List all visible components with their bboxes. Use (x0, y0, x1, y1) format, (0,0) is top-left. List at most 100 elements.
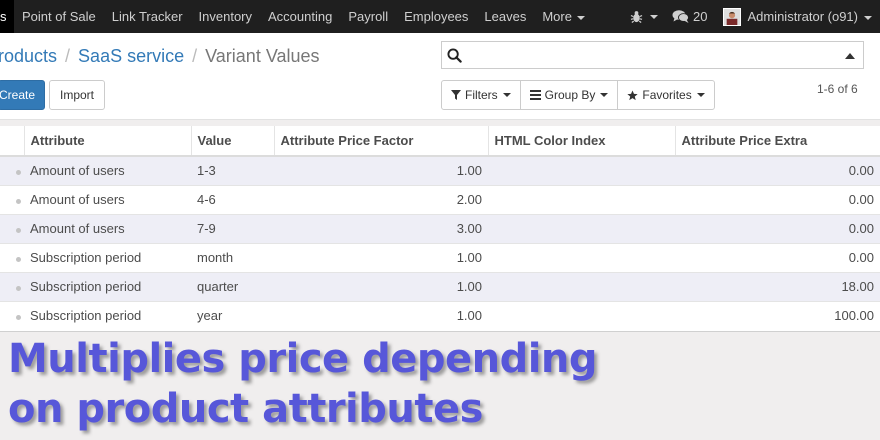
nav-item-label: Payroll (348, 9, 389, 24)
row-handle[interactable] (0, 155, 24, 185)
table-row[interactable]: Amount of users 4-6 2.00 0.00 (0, 184, 880, 214)
drag-handle-icon (15, 286, 21, 291)
user-photo (724, 8, 741, 25)
nav-item-label: Point of Sale (22, 9, 96, 24)
variant-values-table: Attribute Value Attribute Price Factor H… (0, 126, 880, 330)
nav-item-current-app[interactable]: s (0, 0, 14, 33)
page-title: Variant Values (205, 46, 320, 66)
chevron-down-icon (649, 14, 658, 19)
cell-attribute[interactable]: Amount of users (24, 184, 191, 214)
caption-line-2: on product attributes (8, 386, 483, 432)
table-row[interactable]: Amount of users 7-9 3.00 0.00 (0, 213, 880, 243)
debug-menu[interactable] (630, 10, 658, 23)
row-handle[interactable] (0, 184, 24, 214)
chevron-down-icon (696, 93, 705, 97)
search-bar[interactable] (441, 41, 864, 69)
cell-price-factor[interactable]: 1.00 (274, 271, 488, 301)
table-row[interactable]: Amount of users 1-3 1.00 0.00 (0, 155, 880, 185)
search-filter-buttons: Filters Group By Favorites (441, 80, 715, 110)
chevron-down-icon (576, 15, 585, 20)
nav-item-accounting[interactable]: Accounting (268, 0, 332, 33)
search-input[interactable] (468, 45, 838, 65)
user-menu[interactable]: Administrator (o91) (747, 9, 880, 24)
filters-label: Filters (465, 88, 498, 102)
cell-price-extra[interactable]: 18.00 (675, 271, 880, 301)
table-row[interactable]: Subscription period quarter 1.00 18.00 (0, 271, 880, 301)
main-menu: Point of Sale Link Tracker Inventory Accoun… (22, 0, 601, 33)
nav-item-leaves[interactable]: Leaves (484, 0, 526, 33)
cell-html-color-index[interactable] (488, 242, 675, 272)
control-panel: roducts / SaaS service / Variant Values Crea… (0, 33, 880, 120)
drag-handle-icon (15, 315, 21, 321)
cell-price-factor[interactable]: 1.00 (274, 300, 488, 330)
cell-html-color-index[interactable] (488, 300, 675, 330)
cell-price-extra[interactable]: 0.00 (675, 213, 880, 243)
column-header-html-color-index[interactable]: HTML Color Index (487, 126, 675, 157)
cell-attribute[interactable]: Subscription period (24, 242, 191, 272)
cell-html-color-index[interactable] (488, 155, 675, 185)
table-header-row: Attribute Value Attribute Price Factor H… (0, 126, 880, 157)
avatar[interactable] (723, 7, 742, 26)
nav-item-point-of-sale[interactable]: Point of Sale (22, 0, 96, 33)
cell-value[interactable]: year (191, 300, 274, 330)
user-name: Administrator (o91) (747, 9, 858, 24)
favorites-label: Favorites (642, 88, 692, 102)
cell-value[interactable]: 1-3 (191, 155, 274, 185)
cell-attribute[interactable]: Subscription period (24, 300, 191, 330)
cell-price-factor[interactable]: 2.00 (274, 184, 488, 214)
column-header-handle (0, 126, 24, 157)
cell-price-extra[interactable]: 0.00 (675, 242, 880, 272)
column-header-price-extra[interactable]: Attribute Price Extra (674, 126, 880, 157)
cell-price-extra[interactable]: 0.00 (675, 184, 880, 214)
nav-item-inventory[interactable]: Inventory (199, 0, 252, 33)
cell-attribute[interactable]: Subscription period (24, 271, 191, 301)
search-options-toggle-icon[interactable] (845, 53, 855, 59)
messages-button[interactable]: 20 (672, 9, 707, 24)
cell-html-color-index[interactable] (488, 184, 675, 214)
nav-item-employees[interactable]: Employees (404, 0, 468, 33)
row-handle[interactable] (0, 300, 24, 330)
cell-html-color-index[interactable] (488, 271, 675, 301)
table-row[interactable]: Subscription period month 1.00 0.00 (0, 242, 880, 272)
cell-value[interactable]: month (191, 242, 274, 272)
cell-html-color-index[interactable] (488, 213, 675, 243)
cell-value[interactable]: 4-6 (191, 184, 274, 214)
nav-item-link-tracker[interactable]: Link Tracker (112, 0, 183, 33)
cell-price-extra[interactable]: 100.00 (675, 300, 880, 330)
column-header-price-factor[interactable]: Attribute Price Factor (273, 126, 488, 157)
row-handle[interactable] (0, 271, 24, 301)
drag-handle-icon (15, 170, 21, 176)
table-row[interactable]: Subscription period year 1.00 100.00 (0, 300, 880, 330)
group-by-button[interactable]: Group By (521, 81, 619, 109)
breadcrumb-item-saas-service[interactable]: SaaS service (78, 46, 184, 66)
column-header-value[interactable]: Value (190, 126, 274, 157)
cell-value[interactable]: 7-9 (191, 213, 274, 243)
import-button[interactable]: Import (49, 80, 105, 110)
breadcrumb-separator: / (65, 46, 71, 66)
list-icon (529, 90, 541, 100)
nav-item-payroll[interactable]: Payroll (348, 0, 388, 33)
nav-item-more[interactable]: More (542, 0, 585, 33)
breadcrumb-item-products[interactable]: roducts (0, 46, 57, 66)
search-icon (447, 48, 462, 63)
cell-price-factor[interactable]: 1.00 (274, 155, 488, 185)
bug-icon (630, 11, 643, 23)
cell-price-extra[interactable]: 0.00 (675, 155, 880, 185)
favorites-button[interactable]: Favorites (618, 81, 713, 109)
row-handle[interactable] (0, 213, 24, 243)
column-header-attribute[interactable]: Attribute (23, 126, 191, 157)
cell-price-factor[interactable]: 1.00 (274, 242, 488, 272)
cell-value[interactable]: quarter (191, 271, 274, 301)
nav-item-label: Leaves (484, 9, 527, 24)
filters-button[interactable]: Filters (442, 81, 521, 109)
breadcrumb-separator: / (192, 46, 198, 66)
chevron-down-icon (600, 93, 609, 97)
cell-attribute[interactable]: Amount of users (24, 213, 191, 243)
cell-price-factor[interactable]: 3.00 (274, 213, 488, 243)
group-by-label: Group By (544, 88, 596, 102)
create-button[interactable]: Create (0, 80, 45, 110)
cell-attribute[interactable]: Amount of users (24, 155, 191, 185)
pager-value[interactable]: 1-6 of 6 (817, 82, 858, 96)
chevron-down-icon (864, 15, 872, 20)
row-handle[interactable] (0, 242, 24, 272)
